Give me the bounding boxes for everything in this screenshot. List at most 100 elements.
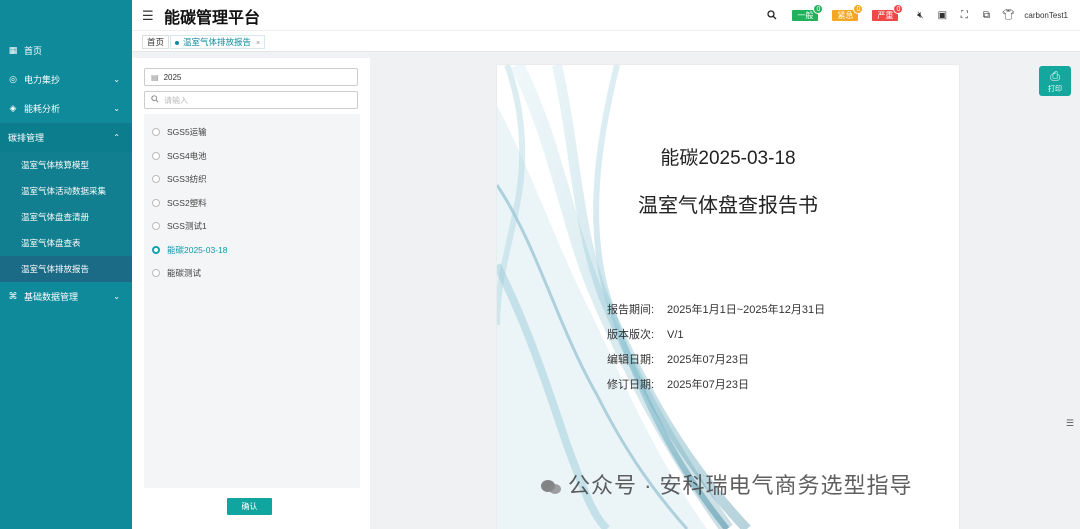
- sidebar-item-energy-analysis[interactable]: ◈ 能耗分析 ⌄: [0, 94, 132, 123]
- menu-grid-icon: ▦: [8, 45, 18, 55]
- meta-value: V/1: [667, 329, 684, 341]
- year-value: 2025: [163, 72, 182, 82]
- meta-value: 2025年1月1日~2025年12月31日: [667, 304, 826, 316]
- alert-general-button[interactable]: 一般 0: [792, 3, 824, 21]
- chevron-down-icon: ⌄: [113, 75, 120, 84]
- app-title: 能碳管理平台: [164, 10, 261, 27]
- sidebar-item-base-data[interactable]: ⌘ 基础数据管理 ⌄: [0, 282, 132, 311]
- report-selector-panel: ▤ 2025 SGS5运输 SGS4电池 SGS3纺织 SGS2塑料 SGS测试…: [132, 58, 370, 529]
- report-name: SGS2塑料: [167, 198, 207, 208]
- sidebar-item-label: 首页: [24, 46, 43, 56]
- settings-sliders-icon[interactable]: ☰: [1066, 418, 1074, 429]
- report-item[interactable]: SGS5运输: [152, 124, 207, 140]
- report-item[interactable]: SGS测试1: [152, 218, 207, 234]
- alert-urgent-label: 紧急: [837, 10, 854, 20]
- watermark: 公众号 · 安科瑞电气商务选型指导: [540, 468, 913, 500]
- search-input[interactable]: [164, 95, 344, 105]
- sidebar-subitem-ghg-activity[interactable]: 温室气体活动数据采集: [0, 178, 132, 204]
- sidebar-item-power-reading[interactable]: ◎ 电力集抄 ⌄: [0, 65, 132, 94]
- sidebar-item-label: 基础数据管理: [24, 292, 79, 302]
- meta-value: 2025年07月23日: [667, 379, 749, 391]
- header-tools: 一般 0 紧急 0 严重 0 🔇︎ ▣ ⛶ ⧉ 👕︎ carbonTest1: [756, 3, 1068, 22]
- sidebar-item-label: 能耗分析: [24, 104, 61, 114]
- collapse-menu-icon[interactable]: ☰: [142, 8, 154, 24]
- radio-icon[interactable]: [152, 199, 160, 207]
- sidebar-item-label: 碳排管理: [8, 133, 45, 143]
- alert-general-count: 0: [813, 3, 824, 14]
- theme-shirt-icon[interactable]: 👕︎: [1002, 9, 1015, 21]
- meta-version: 版本版次: V/1: [607, 326, 684, 342]
- chevron-up-icon: ⌃: [113, 133, 120, 142]
- tabs-bar: 首页 温室气体排放报告 ×: [132, 30, 1080, 52]
- sidebar-subitem-label: 温室气体盘查清册: [21, 212, 90, 222]
- alert-severe-button[interactable]: 严重 0: [872, 3, 904, 21]
- report-cover-page: 能碳2025-03-18 温室气体盘查报告书 报告期间: 2025年1月1日~20…: [497, 65, 959, 529]
- sidebar-subitem-label: 温室气体活动数据采集: [21, 186, 107, 196]
- print-label: 打印: [1048, 86, 1062, 93]
- username[interactable]: carbonTest1: [1024, 11, 1068, 20]
- meta-report-period: 报告期间: 2025年1月1日~2025年12月31日: [607, 301, 825, 317]
- sidebar-menu: ▦ 首页 ◎ 电力集抄 ⌄ ◈ 能耗分析 ⌄ 碳排管理 ⌃ 温室气体核算模型 温…: [0, 36, 132, 311]
- radio-icon[interactable]: [152, 128, 160, 136]
- tab-label: 温室气体排放报告: [183, 37, 252, 47]
- confirm-button[interactable]: 确认: [227, 498, 272, 515]
- report-item[interactable]: SGS3纺织: [152, 171, 207, 187]
- meta-revise-date: 修订日期: 2025年07月23日: [607, 376, 749, 392]
- report-item[interactable]: SGS4电池: [152, 148, 207, 164]
- report-subtitle: 温室气体盘查报告书: [638, 195, 818, 217]
- nodes-icon: ⌘: [8, 291, 18, 301]
- mute-icon[interactable]: 🔇︎: [914, 9, 926, 21]
- report-list: SGS5运输 SGS4电池 SGS3纺织 SGS2塑料 SGS测试1 能碳202…: [144, 114, 360, 488]
- radio-icon[interactable]: [152, 175, 160, 183]
- report-item[interactable]: SGS2塑料: [152, 195, 207, 211]
- chevron-down-icon: ⌄: [113, 292, 120, 301]
- radio-icon[interactable]: [152, 152, 160, 160]
- screen-icon[interactable]: ▣: [936, 9, 948, 21]
- meta-edit-date: 编辑日期: 2025年07月23日: [607, 351, 749, 367]
- report-preview-area: 能碳2025-03-18 温室气体盘查报告书 报告期间: 2025年1月1日~20…: [370, 52, 1080, 529]
- alert-severe-count: 0: [893, 3, 904, 14]
- report-name: 能碳2025-03-18: [167, 245, 228, 255]
- fullscreen-icon[interactable]: ⛶: [958, 9, 970, 21]
- alert-urgent-button[interactable]: 紧急 0: [832, 3, 864, 21]
- sidebar-item-label: 电力集抄: [24, 75, 61, 85]
- sidebar-subitem-label: 温室气体盘查表: [21, 238, 81, 248]
- meta-label: 报告期间:: [607, 304, 655, 316]
- carbon-submenu: 温室气体核算模型 温室气体活动数据采集 温室气体盘查清册 温室气体盘查表 温室气…: [0, 152, 132, 282]
- report-name: SGS测试1: [167, 221, 207, 231]
- radio-icon[interactable]: [152, 222, 160, 230]
- calendar-icon: ▤: [151, 72, 159, 82]
- report-item[interactable]: 能碳测试: [152, 265, 201, 281]
- tab-home[interactable]: 首页: [142, 35, 170, 49]
- sidebar-subitem-label: 温室气体排放报告: [21, 264, 90, 274]
- print-button[interactable]: ⎙ 打印: [1039, 66, 1071, 96]
- sidebar-subitem-ghg-inventory[interactable]: 温室气体盘查清册: [0, 204, 132, 230]
- sidebar-subitem-ghg-report[interactable]: 温室气体排放报告: [0, 256, 132, 282]
- sidebar-subitem-label: 温室气体核算模型: [21, 160, 90, 170]
- translate-icon[interactable]: ⧉: [980, 9, 992, 21]
- printer-icon: ⎙: [1050, 69, 1060, 83]
- close-icon[interactable]: ×: [256, 40, 260, 47]
- wechat-logo-icon: [541, 480, 561, 495]
- sidebar-subitem-ghg-table[interactable]: 温室气体盘查表: [0, 230, 132, 256]
- report-name: SGS5运输: [167, 127, 207, 137]
- sidebar-subitem-ghg-model[interactable]: 温室气体核算模型: [0, 152, 132, 178]
- search-icon: [151, 95, 159, 105]
- gauge-icon: ◎: [9, 74, 17, 84]
- report-name: 能碳测试: [167, 268, 202, 278]
- sidebar-item-carbon-management[interactable]: 碳排管理 ⌃: [0, 123, 132, 152]
- radio-checked-icon[interactable]: [152, 246, 160, 254]
- report-name: SGS3纺织: [167, 174, 207, 184]
- search-field[interactable]: [144, 91, 358, 109]
- tab-ghg-report[interactable]: 温室气体排放报告 ×: [170, 35, 266, 49]
- report-item-selected[interactable]: 能碳2025-03-18: [152, 242, 227, 258]
- top-header: ☰ 能碳管理平台 一般 0 紧急 0 严重 0 🔇︎ ▣ ⛶ ⧉ 👕︎ carb…: [132, 0, 1080, 30]
- alert-general-label: 一般: [797, 10, 814, 20]
- search-icon[interactable]: [766, 9, 778, 21]
- year-picker[interactable]: ▤ 2025: [144, 68, 358, 86]
- sidebar-item-home[interactable]: ▦ 首页: [0, 36, 132, 65]
- meta-label: 修订日期:: [607, 379, 655, 391]
- radio-icon[interactable]: [152, 269, 160, 277]
- alert-urgent-count: 0: [853, 3, 864, 14]
- meta-value: 2025年07月23日: [667, 354, 749, 366]
